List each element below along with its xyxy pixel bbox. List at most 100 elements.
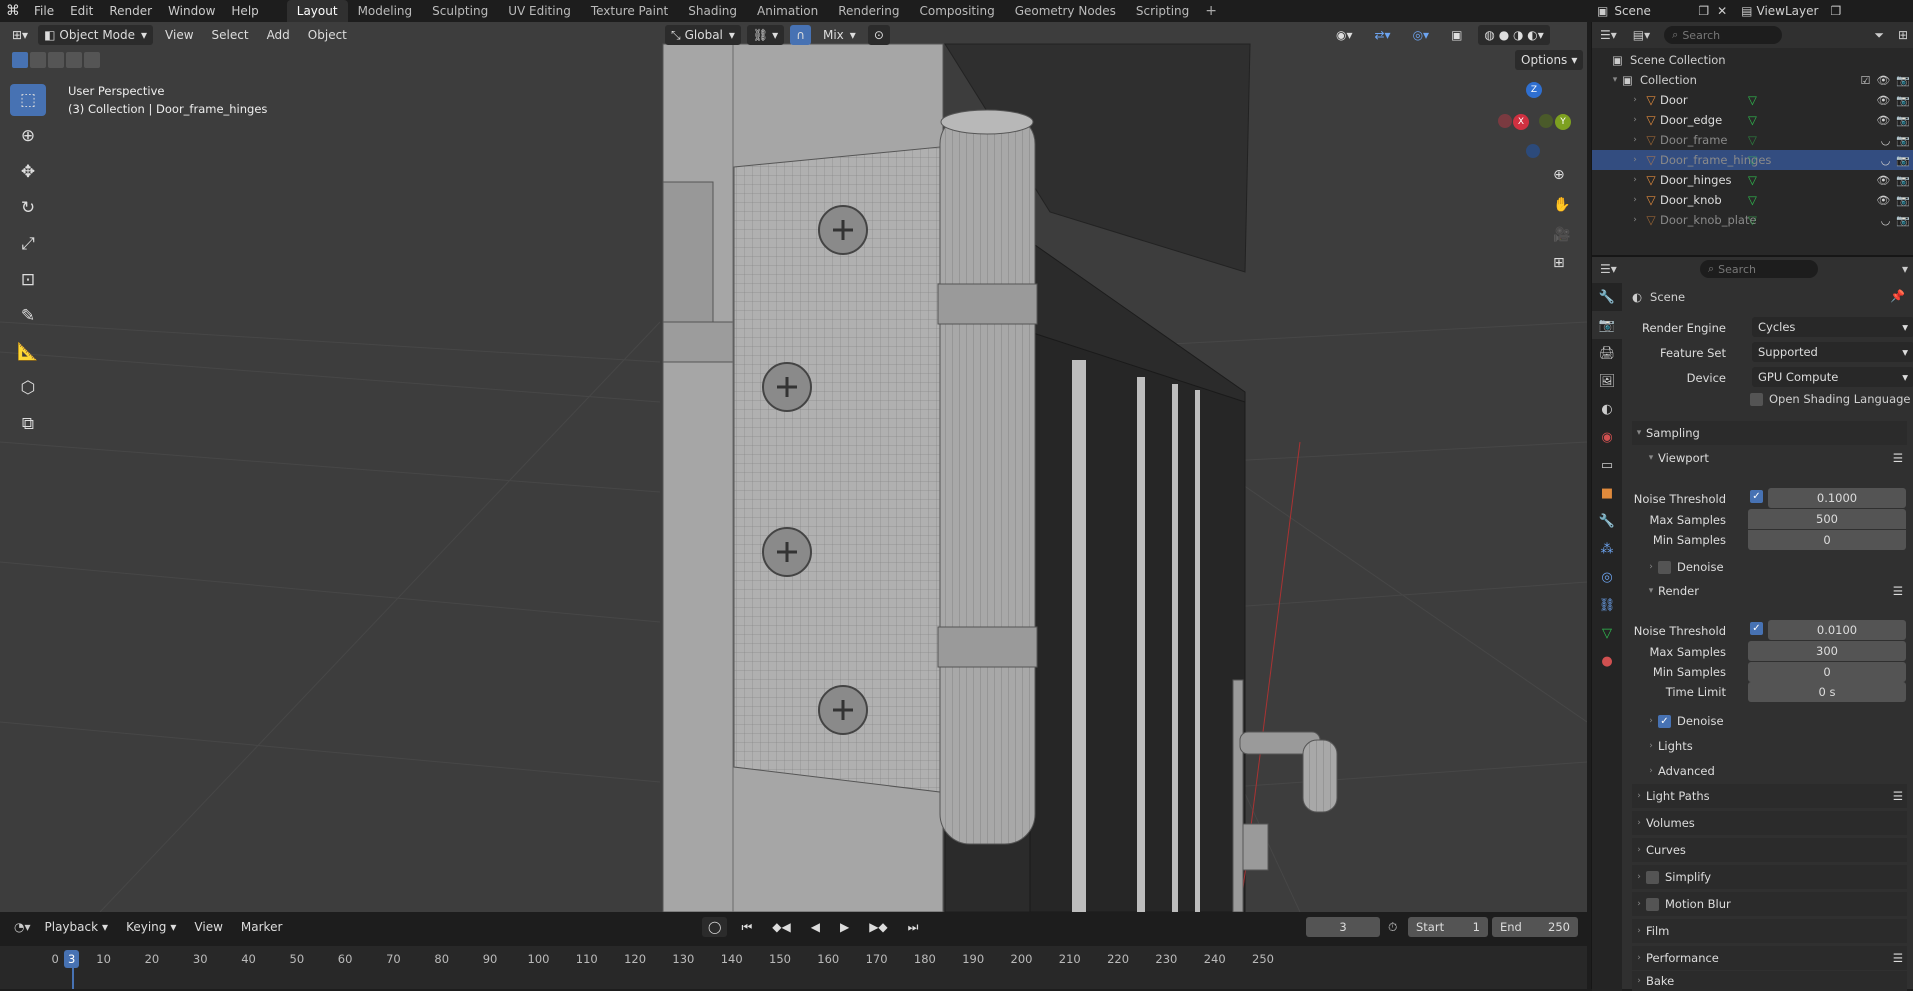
editor-type-icon[interactable]: ⊞▾ bbox=[0, 28, 38, 42]
r-max-samples-field[interactable]: 300 bbox=[1748, 641, 1906, 661]
end-frame-field[interactable]: End 250 bbox=[1492, 917, 1578, 937]
tab-sculpting[interactable]: Sculpting bbox=[422, 0, 498, 22]
particles-tab-icon[interactable]: ⁂ bbox=[1592, 535, 1622, 563]
pivot-dropdown[interactable]: ⛓ ▾ bbox=[746, 25, 785, 45]
axis-y[interactable]: Y bbox=[1555, 114, 1571, 130]
menu-render[interactable]: Render bbox=[101, 0, 160, 22]
preset-list-icon[interactable]: ☰ bbox=[1893, 789, 1903, 803]
vp-noise-threshold-checkbox[interactable]: ✓ bbox=[1750, 490, 1763, 503]
expand-arrow-icon[interactable]: › bbox=[1628, 215, 1642, 225]
tab-uv-editing[interactable]: UV Editing bbox=[498, 0, 581, 22]
expand-arrow-icon[interactable]: › bbox=[1628, 195, 1642, 205]
physics-tab-icon[interactable]: ◎ bbox=[1592, 563, 1622, 591]
material-tab-icon[interactable]: ● bbox=[1592, 647, 1622, 675]
timeline-ruler[interactable]: 0 10 20 30 40 50 60 70 80 90 100 110 120 130 140 150 160… bbox=[0, 946, 1587, 989]
camera-icon[interactable]: 📷 bbox=[1896, 134, 1910, 147]
expand-arrow-icon[interactable]: › bbox=[1628, 115, 1642, 125]
vp-denoise-checkbox[interactable] bbox=[1658, 560, 1671, 574]
expand-arrow-icon[interactable]: › bbox=[1628, 135, 1642, 145]
film-panel-header[interactable]: › Film bbox=[1632, 919, 1907, 943]
vp-max-samples-field[interactable]: 500 bbox=[1748, 509, 1906, 529]
expand-arrow-icon[interactable]: › bbox=[1628, 95, 1642, 105]
curves-panel-header[interactable]: › Curves bbox=[1632, 838, 1907, 862]
cursor-tool-icon[interactable]: ⊕ bbox=[10, 120, 46, 152]
output-tab-icon[interactable]: 🖨 bbox=[1592, 339, 1622, 367]
camera-icon[interactable]: 📷 bbox=[1896, 194, 1910, 207]
select-menu[interactable]: Select bbox=[206, 25, 255, 45]
r-noise-threshold-checkbox[interactable]: ✓ bbox=[1750, 622, 1763, 635]
axis-x[interactable]: X bbox=[1513, 114, 1529, 130]
viewport-subpanel-header[interactable]: ▾ Viewport ☰ bbox=[1644, 446, 1907, 470]
play-icon[interactable]: ▶ bbox=[834, 917, 855, 937]
preset-list-icon[interactable]: ☰ bbox=[1893, 584, 1903, 598]
axis-neg-x[interactable] bbox=[1498, 114, 1512, 128]
camera-icon[interactable]: 📷 bbox=[1896, 94, 1910, 107]
expand-arrow-icon[interactable]: ▾ bbox=[1608, 75, 1622, 85]
prev-keyframe-icon[interactable]: ◆◀ bbox=[766, 917, 796, 937]
camera-icon[interactable]: 📷 bbox=[1896, 214, 1910, 227]
osl-checkbox[interactable] bbox=[1750, 392, 1763, 406]
vp-min-samples-field[interactable]: 0 bbox=[1748, 530, 1906, 550]
menu-window[interactable]: Window bbox=[160, 0, 223, 22]
bake-panel-header[interactable]: › Bake bbox=[1632, 971, 1907, 991]
world-tab-icon[interactable]: ◉ bbox=[1592, 423, 1622, 451]
preview-range-icon[interactable]: ⏱ bbox=[1388, 920, 1397, 935]
scale-tool-icon[interactable]: ⤢ bbox=[10, 228, 46, 260]
motion-blur-checkbox[interactable] bbox=[1646, 897, 1659, 911]
axis-neg-y[interactable] bbox=[1539, 114, 1553, 128]
view-layer-tab-icon[interactable]: 🖼 bbox=[1592, 367, 1622, 395]
eye-icon[interactable]: 👁 bbox=[1876, 194, 1890, 207]
constraints-tab-icon[interactable]: ⛓ bbox=[1592, 591, 1622, 619]
eye-closed-icon[interactable]: ◡ bbox=[1881, 134, 1891, 147]
copy-viewlayer-icon[interactable]: ❐ bbox=[1827, 4, 1846, 18]
render-engine-dropdown[interactable]: Cycles ▾ bbox=[1752, 317, 1913, 337]
add-workspace-icon[interactable]: + bbox=[1199, 3, 1223, 19]
proportional-edit-icon[interactable]: ⊙ bbox=[867, 25, 890, 45]
advanced-subpanel-header[interactable]: › Advanced bbox=[1644, 759, 1907, 783]
select-invert-icon[interactable] bbox=[66, 52, 82, 68]
properties-editor-icon[interactable]: ☰▾ bbox=[1592, 262, 1625, 276]
play-reverse-icon[interactable]: ◀ bbox=[805, 917, 826, 937]
camera-view-icon[interactable]: 🎥 bbox=[1553, 227, 1570, 243]
eye-icon[interactable]: 👁 bbox=[1876, 174, 1890, 187]
copy-scene-icon[interactable]: ❐ bbox=[1694, 4, 1713, 18]
add-menu[interactable]: Add bbox=[261, 25, 296, 45]
tab-compositing[interactable]: Compositing bbox=[909, 0, 1004, 22]
select-mode-buttons[interactable] bbox=[12, 52, 100, 68]
object-tab-icon[interactable]: ■ bbox=[1592, 479, 1622, 507]
vp-denoise-subpanel-header[interactable]: › Denoise bbox=[1644, 555, 1907, 579]
outliner-object-row[interactable]: › ▽ Door_frame_hinges ▽ ◡ 📷 bbox=[1592, 150, 1913, 170]
camera-icon[interactable]: 📷 bbox=[1896, 74, 1910, 87]
outliner-object-row[interactable]: › ▽ Door_hinges ▽ 👁 📷 bbox=[1592, 170, 1913, 190]
jump-end-icon[interactable]: ⏭ bbox=[902, 917, 925, 937]
playback-menu[interactable]: Playback ▾ bbox=[39, 917, 115, 937]
menu-help[interactable]: Help bbox=[223, 0, 266, 22]
timeline-view-menu[interactable]: View bbox=[188, 917, 228, 937]
viewlayer-name[interactable]: ViewLayer bbox=[1757, 4, 1827, 18]
mode-dropdown[interactable]: ◧ Object Mode ▾ bbox=[38, 25, 154, 45]
simplify-panel-header[interactable]: › Simplify bbox=[1632, 865, 1907, 889]
autokey-icon[interactable]: ◯ bbox=[702, 917, 728, 937]
select-intersect-icon[interactable] bbox=[84, 52, 100, 68]
collapse-icon[interactable]: ▾ bbox=[1902, 262, 1908, 276]
keying-menu[interactable]: Keying ▾ bbox=[120, 917, 182, 937]
outliner-object-row[interactable]: › ▽ Door_frame ▽ ◡ 📷 bbox=[1592, 130, 1913, 150]
display-mode-icon[interactable]: ▤▾ bbox=[1625, 28, 1658, 42]
shading-modes[interactable]: ◍ ● ◑ ◐▾ bbox=[1478, 25, 1550, 45]
modifier-tab-icon[interactable]: 🔧 bbox=[1592, 507, 1622, 535]
move-tool-icon[interactable]: ✥ bbox=[10, 156, 46, 188]
object-menu[interactable]: Object bbox=[302, 25, 353, 45]
outliner-editor-icon[interactable]: ☰▾ bbox=[1592, 28, 1625, 42]
outliner-object-row[interactable]: › ▽ Door_knob_plate ▽ ◡ 📷 bbox=[1592, 210, 1913, 230]
collection-tab-icon[interactable]: ▭ bbox=[1592, 451, 1622, 479]
expand-arrow-icon[interactable]: › bbox=[1628, 155, 1642, 165]
zoom-view-icon[interactable]: ⊕ bbox=[1553, 167, 1565, 183]
select-subtract-icon[interactable] bbox=[48, 52, 64, 68]
navigation-gizmo[interactable]: Z X Y bbox=[1495, 82, 1575, 162]
scene-tab-icon[interactable]: ◐ bbox=[1592, 395, 1622, 423]
start-frame-field[interactable]: Start 1 bbox=[1408, 917, 1488, 937]
transform-orientation-dropdown[interactable]: ⤡ Global ▾ bbox=[665, 25, 741, 45]
current-frame-field[interactable]: 3 bbox=[1306, 917, 1380, 937]
filter-icon[interactable]: ⏷ bbox=[1874, 28, 1884, 43]
menu-file[interactable]: File bbox=[26, 0, 62, 22]
